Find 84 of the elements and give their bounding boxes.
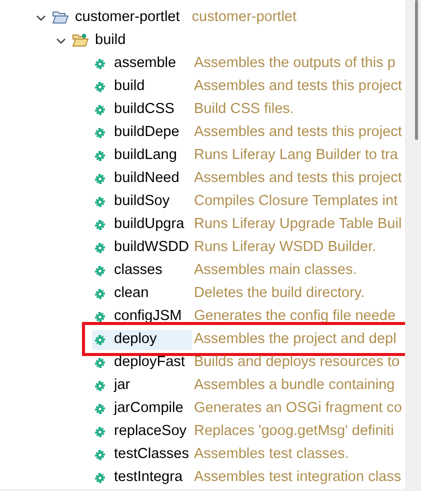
task-name: buildUpgra bbox=[114, 214, 184, 234]
task-name: testClasses bbox=[114, 444, 189, 464]
task-description: Assembles and tests this project bbox=[194, 122, 402, 142]
task-description: Assembles test integration class bbox=[194, 468, 402, 487]
gear-icon bbox=[95, 334, 105, 344]
gear-icon bbox=[95, 404, 105, 414]
task-description: Deletes the build directory. bbox=[194, 284, 365, 303]
open-folder-icon bbox=[72, 33, 89, 48]
task-name: buildLang bbox=[114, 146, 177, 165]
chevron-down-icon[interactable] bbox=[56, 36, 66, 46]
task-description: Runs Liferay Upgrade Table Buil bbox=[194, 214, 402, 234]
task-description: Build CSS files. bbox=[194, 100, 294, 119]
task-item[interactable]: jarCompile bbox=[92, 398, 192, 418]
task-item[interactable]: replaceSoy bbox=[92, 422, 192, 442]
task-description: Replaces 'goog.getMsg' definiti bbox=[194, 422, 394, 441]
task-name: buildDepe bbox=[114, 122, 180, 142]
task-item[interactable]: clean bbox=[92, 284, 192, 304]
task-description: Assembles and tests this project bbox=[194, 168, 402, 188]
task-item[interactable]: testClasses bbox=[92, 444, 192, 464]
task-description: Assembles the project and depl bbox=[194, 330, 396, 349]
gear-icon bbox=[95, 312, 105, 322]
scrollbar-thumb[interactable] bbox=[414, 0, 418, 140]
task-item[interactable]: buildDepe bbox=[92, 122, 192, 142]
gear-icon bbox=[95, 380, 105, 390]
task-name: jarCompile bbox=[114, 398, 184, 418]
chevron-down-icon[interactable] bbox=[36, 12, 46, 22]
folder-name[interactable]: build bbox=[95, 30, 126, 52]
gear-icon bbox=[95, 472, 105, 482]
gear-icon bbox=[95, 242, 105, 252]
task-item[interactable]: deploy bbox=[92, 330, 192, 350]
open-folder-icon bbox=[52, 10, 69, 25]
gear-icon bbox=[95, 426, 105, 436]
gear-icon bbox=[95, 174, 105, 184]
gear-icon bbox=[95, 196, 105, 206]
gear-icon bbox=[95, 82, 105, 92]
task-item[interactable]: build bbox=[92, 76, 192, 96]
gear-icon bbox=[95, 58, 105, 68]
task-item[interactable]: buildUpgra bbox=[92, 214, 192, 234]
task-description: Generates the config file neede bbox=[194, 306, 396, 326]
task-item[interactable]: jar bbox=[92, 376, 192, 396]
task-description: Compiles Closure Templates int bbox=[194, 192, 398, 211]
task-name: buildWSDD bbox=[114, 238, 189, 257]
task-item[interactable]: buildCSS bbox=[92, 100, 192, 120]
task-name: buildNeed bbox=[114, 168, 180, 188]
task-description: Assembles and tests this project bbox=[194, 76, 402, 96]
project-description: customer-portlet bbox=[192, 8, 297, 27]
task-name: clean bbox=[114, 284, 149, 303]
task-name: buildCSS bbox=[114, 100, 174, 119]
task-name: buildSoy bbox=[114, 192, 170, 211]
gear-icon bbox=[95, 104, 105, 114]
task-item[interactable]: testIntegra bbox=[92, 468, 192, 488]
task-description: Assembles the outputs of this p bbox=[194, 54, 396, 73]
task-name: replaceSoy bbox=[114, 422, 187, 441]
task-item[interactable]: classes bbox=[92, 260, 192, 280]
task-name: deployFast bbox=[114, 352, 185, 372]
task-description: Builds and deploys resources to bbox=[194, 352, 400, 372]
gear-icon bbox=[95, 450, 105, 460]
task-item[interactable]: assemble bbox=[92, 54, 192, 74]
gear-icon bbox=[95, 266, 105, 276]
task-name: assemble bbox=[114, 54, 176, 73]
task-item[interactable]: buildNeed bbox=[92, 168, 192, 188]
gear-icon bbox=[95, 220, 105, 230]
task-name: build bbox=[114, 76, 145, 96]
task-description: Assembles main classes. bbox=[194, 260, 357, 280]
task-description: Runs Liferay Lang Builder to tra bbox=[194, 146, 398, 165]
task-item[interactable]: deployFast bbox=[92, 352, 192, 372]
gear-icon bbox=[95, 358, 105, 368]
task-description: Generates an OSGi fragment co bbox=[194, 398, 402, 418]
gear-icon bbox=[95, 288, 105, 298]
task-description: Assembles test classes. bbox=[194, 444, 349, 464]
task-item[interactable]: buildWSDD bbox=[92, 238, 192, 258]
task-item[interactable]: buildLang bbox=[92, 146, 192, 166]
task-item[interactable]: configJSM bbox=[92, 306, 192, 326]
task-name: testIntegra bbox=[114, 468, 183, 487]
task-description: Runs Liferay WSDD Builder. bbox=[194, 238, 376, 257]
task-name: deploy bbox=[114, 330, 157, 349]
task-name: configJSM bbox=[114, 306, 182, 326]
task-name: jar bbox=[114, 376, 130, 395]
gear-icon bbox=[95, 150, 105, 160]
project-name[interactable]: customer-portlet bbox=[75, 6, 180, 28]
task-item[interactable]: buildSoy bbox=[92, 192, 192, 212]
task-description: Assembles a bundle containing bbox=[194, 376, 395, 395]
gear-icon bbox=[95, 128, 105, 138]
task-name: classes bbox=[114, 260, 162, 280]
